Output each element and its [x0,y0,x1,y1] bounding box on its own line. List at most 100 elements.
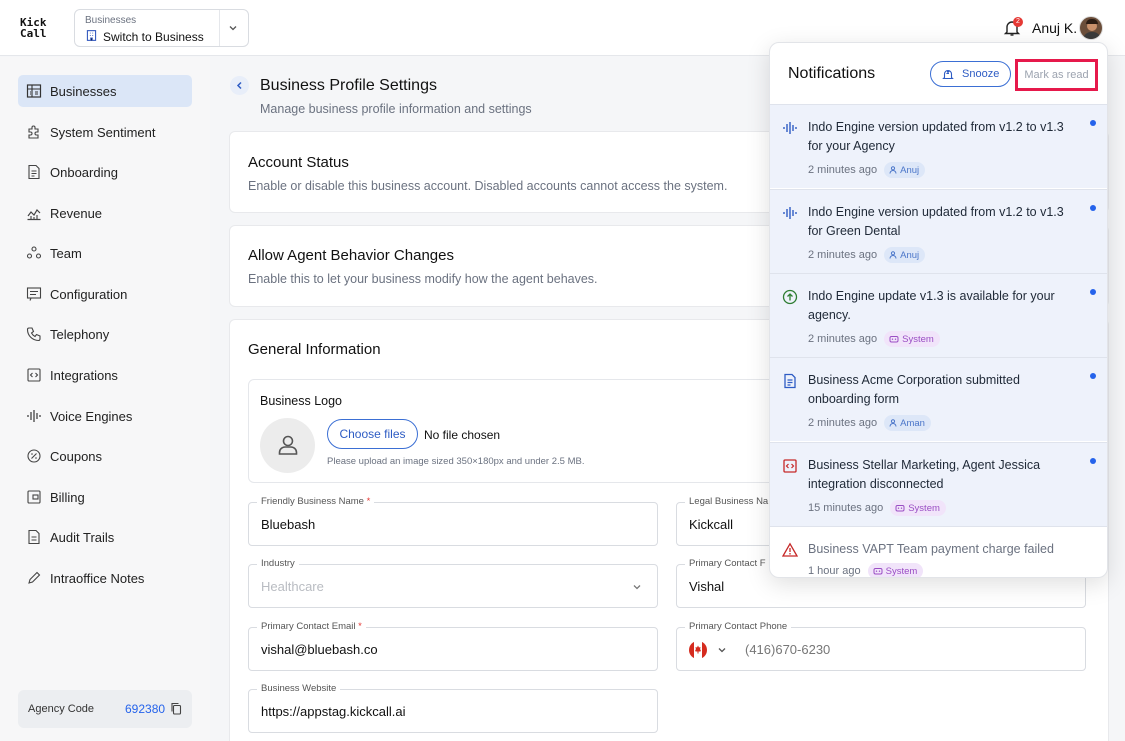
sidebar-item-audit-trails[interactable]: Audit Trails [18,521,192,553]
notification-meta: 2 minutes ago Anuj [808,162,926,178]
puzzle-icon [28,125,39,139]
field-label: Legal Business Na [685,496,773,507]
agent-behavior-title: Allow Agent Behavior Changes [248,247,454,264]
sidebar-item-onboarding[interactable]: Onboarding [18,156,192,188]
arrow-up-circle-icon [782,289,798,305]
snooze-button[interactable]: Snooze [930,61,1011,87]
sidebar-item-label: Telephony [50,326,110,342]
field-value: vishal@bluebash.co [261,642,378,657]
system-tag: System [890,500,946,516]
account-status-title: Account Status [248,154,349,171]
chart-icon [27,209,41,221]
account-status-description: Enable or disable this business account.… [248,179,728,193]
bot-icon [889,336,899,343]
user-tag: Aman [884,415,931,431]
sidebar-item-telephony[interactable]: Telephony [18,318,192,350]
waveform-icon [783,207,797,219]
notification-count-badge: 2 [1013,17,1023,27]
switcher-value: Switch to Business [103,30,204,44]
chevron-left-icon [236,81,242,90]
field-label: Primary Contact Phone [685,621,792,632]
general-information-title: General Information [248,341,381,358]
business-switcher[interactable]: Businesses Switch to Business [74,9,249,47]
notification-item[interactable]: Business Acme Corporation submitted onbo… [770,357,1107,441]
no-file-text: No file chosen [424,428,501,442]
snooze-label: Snooze [962,68,1000,80]
mark-as-read-button[interactable]: Mark as read [1015,59,1098,91]
sidebar-item-label: Businesses [50,83,117,99]
field-value: Vishal [689,579,725,594]
sidebar-item-billing[interactable]: Billing [18,481,192,513]
user-name[interactable]: Anuj K. [1032,20,1077,36]
back-button[interactable] [230,76,249,95]
copy-icon[interactable] [170,702,182,715]
unread-dot [1090,373,1096,379]
notifications-title: Notifications [788,65,876,82]
notification-item[interactable]: Business VAPT Team payment charge failed… [770,526,1107,577]
notification-meta: 2 minutes ago Aman [808,415,931,431]
document-icon [784,373,796,389]
notification-item[interactable]: Indo Engine version updated from v1.2 to… [770,104,1107,188]
canada-flag-icon[interactable] [689,641,707,659]
unread-dot [1090,205,1096,211]
field-value: (416)670-6230 [745,642,831,657]
switcher-caption: Businesses [85,15,137,26]
website-field[interactable]: Business Website https://appstag.kickcal… [248,683,658,733]
sidebar: Businesses System Sentiment Onboarding R… [0,57,210,741]
user-tag: Anuj [884,247,926,263]
notification-meta: 2 minutes ago System [808,331,940,347]
avatar[interactable] [1079,16,1103,40]
kickcall-logo[interactable]: Kick Call [20,17,47,39]
page-subtitle: Manage business profile information and … [260,102,532,116]
field-label: Business Website [257,683,341,694]
building-icon [26,84,42,98]
choose-files-button[interactable]: Choose files [327,419,418,449]
notification-text: Business Stellar Marketing, Agent Jessic… [808,458,1041,491]
sidebar-item-coupons[interactable]: Coupons [18,440,192,472]
notification-time: 2 minutes ago [808,249,878,261]
notification-text: Business Acme Corporation submitted onbo… [808,373,1020,406]
field-value: Kickcall [689,517,734,532]
field-label: Primary Contact Email * [257,621,366,632]
notification-time: 15 minutes ago [808,502,884,514]
sidebar-item-configuration[interactable]: Configuration [18,278,192,310]
sidebar-item-label: Integrations [50,367,118,383]
email-field[interactable]: Primary Contact Email * vishal@bluebash.… [248,621,658,671]
waveform-icon [783,122,797,134]
industry-select[interactable]: Industry Healthcare [248,558,658,608]
bot-icon [873,568,883,575]
sidebar-item-label: Configuration [50,286,128,302]
sidebar-item-team[interactable]: Team [18,237,192,269]
sidebar-item-voice-engines[interactable]: Voice Engines [18,400,192,432]
unread-dot [1090,458,1096,464]
notification-item[interactable]: Business Stellar Marketing, Agent Jessic… [770,442,1107,526]
chevron-down-icon [633,585,641,590]
sidebar-item-label: Onboarding [50,164,118,180]
user-icon [889,251,897,259]
sidebar-item-integrations[interactable]: Integrations [18,359,192,391]
coupon-icon [27,449,41,463]
upload-hint: Please upload an image sized 350×180px a… [327,456,585,467]
phone-field[interactable]: Primary Contact Phone (416)670-6230 [676,621,1086,671]
notification-text: Business VAPT Team payment charge failed [808,542,1054,556]
user-icon [889,419,897,427]
chevron-down-icon[interactable] [716,644,728,656]
sidebar-item-intraoffice-notes[interactable]: Intraoffice Notes [18,562,192,594]
system-tag: System [884,331,940,347]
notification-time: 1 hour ago [808,565,861,577]
user-icon [278,435,298,455]
notification-item[interactable]: Indo Engine version updated from v1.2 to… [770,189,1107,273]
notification-time: 2 minutes ago [808,417,878,429]
waveform-icon [27,410,41,422]
notification-item[interactable]: Indo Engine update v1.3 is available for… [770,273,1107,357]
wallet-icon [27,490,41,504]
system-tag: System [867,563,924,577]
notification-time: 2 minutes ago [808,164,878,176]
sidebar-item-revenue[interactable]: Revenue [18,197,192,229]
sidebar-item-system-sentiment[interactable]: System Sentiment [18,116,192,148]
friendly-name-field[interactable]: Friendly Business Name * Bluebash [248,496,658,546]
logo-placeholder [260,418,315,473]
notifications-panel: Notifications Snooze Mark as read Indo E… [769,42,1108,578]
notification-meta: 2 minutes ago Anuj [808,247,926,263]
sidebar-item-businesses[interactable]: Businesses [18,75,192,107]
